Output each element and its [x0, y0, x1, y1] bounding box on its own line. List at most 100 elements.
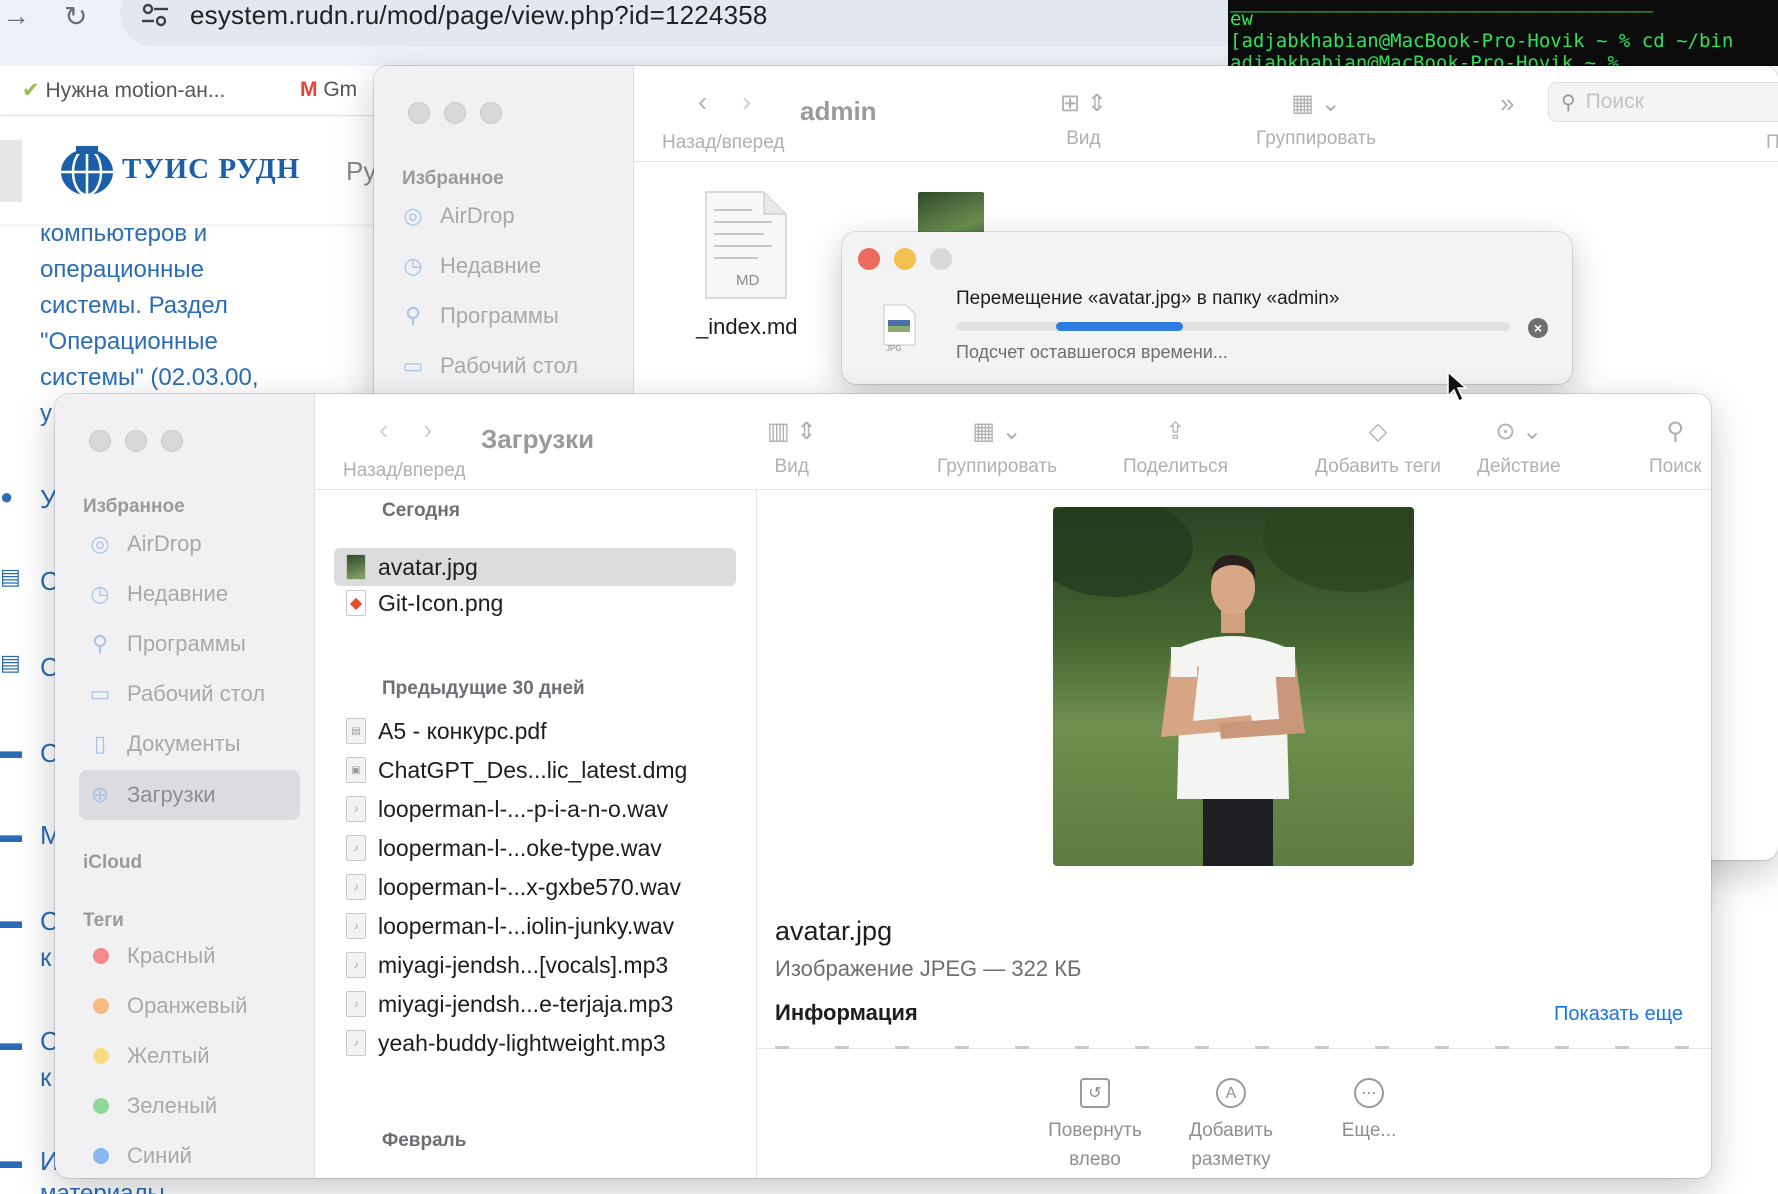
sidebar-tag-yellow[interactable]: Желтый	[79, 1032, 300, 1080]
sidebar-item-applications[interactable]: ⚲ Программы	[392, 292, 619, 340]
sidebar-section-icloud[interactable]: iCloud	[83, 852, 142, 874]
forward-icon[interactable]: ›	[423, 414, 432, 446]
sidebar-tag-orange[interactable]: Оранжевый	[79, 982, 300, 1030]
overflow-chevron-icon[interactable]: »	[1500, 88, 1514, 119]
close-button[interactable]	[408, 102, 430, 124]
file-row[interactable]: ♪ looperman-l-...x-gxbe570.wav	[334, 868, 736, 906]
reload-icon[interactable]: ↻	[64, 0, 87, 33]
site-nav-fragment[interactable]: Ру	[346, 156, 376, 187]
file-row-git-icon[interactable]: ◆ Git-Icon.png	[334, 584, 736, 622]
sidebar-item-desktop[interactable]: ▭ Рабочий стол	[392, 342, 619, 390]
nav-letter[interactable]: к	[40, 1062, 51, 1093]
minimize-button[interactable]	[894, 248, 916, 270]
file-row[interactable]: ▣ ChatGPT_Des...lic_latest.dmg	[334, 751, 736, 789]
forward-icon[interactable]: ›	[742, 86, 751, 118]
file-row[interactable]: ▤ A5 - конкурс.pdf	[334, 712, 736, 750]
audio-file-icon: ♪	[346, 1030, 366, 1056]
course-text-line[interactable]: "Операционные	[40, 324, 370, 360]
course-text-line[interactable]: материалы	[40, 1176, 370, 1194]
view-button[interactable]: ▥ ⇕ Вид	[767, 416, 816, 478]
search-icon: ⚲	[1666, 417, 1685, 445]
bookmark-gmail[interactable]: M Gm	[300, 78, 357, 102]
sidebar-tag-green[interactable]: Зеленый	[79, 1082, 300, 1130]
sidebar-tag-blue[interactable]: Синий	[79, 1132, 300, 1178]
close-button[interactable]	[858, 248, 880, 270]
sidebar-item-desktop[interactable]: ▭ Рабочий стол	[79, 670, 300, 718]
applications-icon: ⚲	[91, 631, 109, 656]
back-arrow-icon[interactable]: →	[2, 0, 30, 32]
terminal-line-clipped: —————————————————————————————————————	[1230, 0, 1654, 22]
minimize-button[interactable]	[444, 102, 466, 124]
participants-icon[interactable]: ●	[0, 484, 18, 514]
sidebar-item-recents[interactable]: ◷ Недавние	[392, 242, 619, 290]
group-button[interactable]: ▦ ⌄ Группировать	[1256, 88, 1376, 150]
sidebar-tag-red[interactable]: Красный	[79, 932, 300, 980]
back-icon[interactable]: ‹	[698, 86, 707, 118]
cancel-copy-button[interactable]: ×	[1528, 318, 1548, 338]
course-text-line[interactable]: операционные	[40, 252, 370, 288]
course-text-line[interactable]: системы. Раздел	[40, 288, 370, 324]
site-settings-icon[interactable]	[140, 2, 170, 28]
close-button[interactable]	[89, 430, 111, 452]
mouse-cursor-icon	[1447, 370, 1468, 403]
file-row[interactable]: ♪ looperman-l-...-p-i-a-n-o.wav	[334, 790, 736, 828]
bookmark-item[interactable]: ✔ Нужна motion-ан...	[22, 78, 225, 103]
folder-icon[interactable]: ▬	[0, 738, 22, 768]
view-button[interactable]: ⊞ ⇕ Вид	[1060, 88, 1107, 150]
site-name[interactable]: ТУИС РУДН	[122, 153, 300, 186]
sidebar-item-airdrop[interactable]: ◎ AirDrop	[392, 192, 619, 240]
minimize-button[interactable]	[125, 430, 147, 452]
nav-letter[interactable]: к	[40, 942, 51, 973]
sidebar-section-tags[interactable]: Теги	[83, 910, 124, 932]
sidebar-item-recents[interactable]: ◷ Недавние	[79, 570, 300, 618]
finder-toolbar: ‹ › Назад/вперед Загрузки ▥ ⇕ Вид ▦ ⌄ Гр…	[315, 394, 1711, 490]
preview-file-name: avatar.jpg	[775, 916, 893, 946]
file-name[interactable]: _index.md	[696, 314, 798, 340]
folder-icon[interactable]: ▬	[0, 822, 22, 852]
tag-dot-red	[93, 948, 109, 964]
more-actions-button[interactable]: ⋯ Еще...	[1299, 1078, 1439, 1145]
share-button[interactable]: ⇪ Поделиться	[1123, 416, 1228, 478]
course-text-line[interactable]: компьютеров и	[40, 216, 370, 252]
url-text[interactable]: esystem.rudn.ru/mod/page/view.php?id=122…	[190, 0, 768, 31]
sidebar-item-applications[interactable]: ⚲ Программы	[79, 620, 300, 668]
audio-file-icon: ♪	[346, 796, 366, 822]
terminal-window[interactable]: ————————————————————————————————————— ew…	[1228, 0, 1778, 66]
file-row[interactable]: ♪ miyagi-jendsh...e-terjaja.mp3	[334, 985, 736, 1023]
search-field[interactable]: ⚲ Поиск	[1548, 82, 1778, 122]
group-button[interactable]: ▦ ⌄ Группировать	[937, 416, 1057, 478]
rudn-logo-icon[interactable]	[58, 144, 116, 198]
file-row[interactable]: ♪ yeah-buddy-lightweight.mp3	[334, 1024, 736, 1062]
back-icon[interactable]: ‹	[379, 414, 388, 446]
tag-icon: ◇	[1368, 417, 1388, 445]
assignment-icon[interactable]: ▤	[0, 650, 21, 680]
list-section-today: Сегодня	[382, 500, 460, 521]
zoom-button[interactable]	[480, 102, 502, 124]
progress-track	[956, 322, 1510, 331]
folder-icon[interactable]: ▬	[0, 1030, 22, 1060]
course-text-line[interactable]: системы" (02.03.00,	[40, 360, 370, 396]
sidebar-item-downloads[interactable]: ⊕ Загрузки	[79, 770, 300, 820]
rotate-left-button[interactable]: ↺ Повернуть влево	[1025, 1078, 1165, 1174]
folder-icon[interactable]: ▬	[0, 908, 22, 938]
file-icon-md[interactable]: MD	[702, 190, 790, 300]
finder-sidebar: Избранное ◎ AirDrop ◷ Недавние ⚲ Программы …	[55, 394, 315, 1178]
drawer-toggle[interactable]	[0, 140, 22, 202]
action-button[interactable]: ⊙ ⌄ Действие	[1477, 416, 1561, 478]
file-row-avatar[interactable]: avatar.jpg	[334, 548, 736, 586]
zoom-button[interactable]	[161, 430, 183, 452]
file-row[interactable]: ♪ looperman-l-...iolin-junky.wav	[334, 907, 736, 945]
sidebar-item-documents[interactable]: ▯ Документы	[79, 720, 300, 768]
folder-icon[interactable]: ▬	[0, 1148, 22, 1178]
avatar-preview-image	[1053, 507, 1414, 866]
add-tags-button[interactable]: ◇ Добавить теги	[1315, 416, 1441, 478]
search-button[interactable]: ⚲ Поиск	[1649, 416, 1702, 478]
file-row[interactable]: ♪ miyagi-jendsh...[vocals].mp3	[334, 946, 736, 984]
sidebar-item-airdrop[interactable]: ◎ AirDrop	[79, 520, 300, 568]
markup-button[interactable]: A Добавить разметку	[1161, 1078, 1301, 1174]
file-row[interactable]: ♪ looperman-l-...oke-type.wav	[334, 829, 736, 867]
show-more-link[interactable]: Показать еще	[1554, 1003, 1683, 1026]
finder-window-downloads[interactable]: Избранное ◎ AirDrop ◷ Недавние ⚲ Программы …	[55, 394, 1711, 1178]
share-icon: ⇪	[1165, 417, 1186, 445]
assignment-icon[interactable]: ▤	[0, 564, 21, 594]
